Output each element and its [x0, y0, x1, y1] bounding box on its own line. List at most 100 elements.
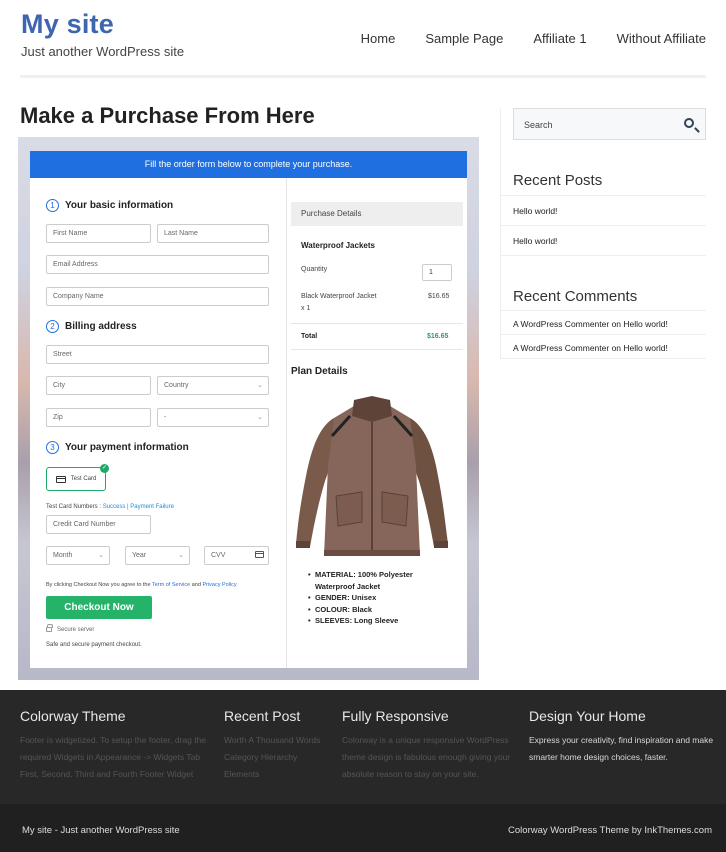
credit-card-icon	[55, 475, 66, 483]
item-price: $16.65	[428, 293, 450, 300]
sidebar-divider	[500, 334, 706, 335]
item-qty: x 1	[301, 305, 311, 312]
month-select[interactable]: Month ⌄	[46, 546, 110, 565]
footer-link[interactable]: Category Hierarchy	[224, 749, 334, 766]
search-icon[interactable]	[684, 118, 694, 128]
chevron-down-icon: ⌄	[98, 552, 104, 559]
agreement-prefix: By clicking Checkout Now you agree to th…	[46, 582, 152, 588]
test-card-option[interactable]: Test Card ✓	[46, 464, 109, 491]
quantity-input[interactable]: 1	[422, 264, 452, 281]
comment-on: on	[609, 319, 624, 329]
payment-failure-link[interactable]: Payment Failure	[130, 504, 174, 510]
nav-home[interactable]: Home	[361, 31, 396, 46]
footer-link[interactable]: Worth A Thousand Words	[224, 732, 334, 749]
footer-heading: Fully Responsive	[342, 708, 449, 724]
test-card-label: Test Card	[70, 476, 97, 482]
state-select[interactable]: - ⌄	[157, 408, 269, 427]
quantity-label: Quantity	[301, 266, 328, 273]
first-name-field[interactable]: First Name	[46, 224, 151, 243]
year-select[interactable]: Year ⌄	[125, 546, 190, 565]
recent-post-link[interactable]: Hello world!	[513, 236, 557, 246]
feature-item: GENDER: Unisex	[308, 592, 438, 604]
test-card-numbers: Test Card Numbers : Success | Payment Fa…	[46, 504, 174, 510]
comment-author-link[interactable]: A WordPress Commenter	[513, 319, 609, 329]
jacket-image	[296, 396, 448, 556]
nav-sample-page[interactable]: Sample Page	[425, 31, 503, 46]
item-name: Black Waterproof Jacket	[301, 293, 377, 300]
details-divider	[291, 349, 463, 350]
footer-bottom-bar: My site - Just another WordPress site Co…	[0, 804, 726, 852]
country-select[interactable]: Country ⌄	[157, 376, 269, 395]
city-field[interactable]: City	[46, 376, 151, 395]
step-number: 1	[46, 199, 59, 212]
footer-text: absolute reason to stay on your site.	[342, 769, 479, 779]
site-header: My site Just another WordPress site Home…	[0, 0, 726, 78]
footer-text: required Widgets in Appearance -> Widget…	[20, 752, 201, 762]
step-label: Billing address	[65, 321, 137, 332]
checkout-now-button[interactable]: Checkout Now	[46, 596, 152, 619]
step-payment-info: 3 Your payment information	[46, 441, 189, 454]
footer-text: Footer is widgetized. To setup the foote…	[20, 735, 207, 745]
nav-affiliate-1[interactable]: Affiliate 1	[533, 31, 586, 46]
footer-link[interactable]: Elements	[224, 766, 334, 783]
chevron-down-icon: ⌄	[178, 552, 184, 559]
state-select-value: -	[164, 414, 167, 421]
footer-heading: Colorway Theme	[20, 708, 126, 724]
footer-heading: Design Your Home	[529, 708, 646, 724]
sidebar-divider	[500, 195, 706, 196]
email-field[interactable]: Email Address	[46, 255, 269, 274]
recent-posts-heading: Recent Posts	[513, 172, 603, 189]
product-title: Waterproof Jackets	[301, 241, 375, 250]
site-title[interactable]: My site	[21, 9, 114, 40]
month-select-value: Month	[53, 552, 73, 559]
purchase-details-heading: Purchase Details	[291, 202, 463, 226]
comment-item: A WordPress Commenter on Hello world!	[513, 319, 668, 329]
search-input[interactable]: Search	[513, 108, 706, 140]
footer-col-responsive: Fully Responsive Colorway is a unique re…	[342, 708, 522, 783]
total-value: $16.65	[427, 333, 449, 340]
step-label: Your payment information	[65, 442, 189, 453]
header-divider	[20, 75, 706, 78]
recent-comments-heading: Recent Comments	[513, 288, 638, 305]
chevron-down-icon: ⌄	[257, 414, 263, 421]
footer-text: smarter home design choices, faster.	[529, 752, 668, 762]
agreement-text: By clicking Checkout Now you agree to th…	[46, 582, 237, 588]
footer-text: Express your creativity, find inspiratio…	[529, 735, 714, 745]
footer-col-design: Design Your Home Express your creativity…	[529, 708, 724, 766]
cvv-placeholder: CVV	[211, 552, 226, 559]
plan-details-heading: Plan Details	[291, 366, 348, 377]
street-field[interactable]: Street	[46, 345, 269, 364]
comment-item: A WordPress Commenter on Hello world!	[513, 343, 668, 353]
cvv-field[interactable]: CVV	[204, 546, 269, 565]
footer-theme-credit[interactable]: Colorway WordPress Theme by InkThemes.co…	[508, 825, 712, 836]
footer-site-credit[interactable]: My site - Just another WordPress site	[22, 825, 180, 836]
success-link[interactable]: Success	[103, 504, 126, 510]
card-number-field[interactable]: Credit Card Number	[46, 515, 151, 534]
details-divider	[291, 323, 463, 324]
step-label: Your basic information	[65, 200, 174, 211]
comment-post-link[interactable]: Hello world!	[623, 343, 667, 353]
credit-card-icon	[255, 551, 264, 558]
footer-widgets: Colorway Theme Footer is widgetized. To …	[0, 690, 726, 804]
privacy-link[interactable]: Privacy Policy	[202, 582, 236, 588]
comment-author-link[interactable]: A WordPress Commenter	[513, 343, 609, 353]
nav-without-affiliate[interactable]: Without Affiliate	[617, 31, 706, 46]
test-card-numbers-label: Test Card Numbers :	[46, 504, 103, 510]
sidebar-divider	[500, 310, 706, 311]
country-select-value: Country	[164, 382, 189, 389]
secure-server-text: Secure server	[57, 627, 95, 633]
chevron-down-icon: ⌄	[257, 382, 263, 389]
footer-heading: Recent Post	[224, 708, 301, 724]
step-number: 2	[46, 320, 59, 333]
checkout-banner: Fill the order form below to complete yo…	[30, 151, 467, 178]
company-field[interactable]: Company Name	[46, 287, 269, 306]
column-divider	[286, 178, 287, 668]
footer-text: Colorway is a unique responsive WordPres…	[342, 735, 509, 745]
feature-item: COLOUR: Black	[308, 604, 438, 616]
recent-post-link[interactable]: Hello world!	[513, 206, 557, 216]
last-name-field[interactable]: Last Name	[157, 224, 269, 243]
terms-link[interactable]: Term of Service	[152, 582, 190, 588]
zip-field[interactable]: Zip	[46, 408, 151, 427]
comment-post-link[interactable]: Hello world!	[623, 319, 667, 329]
year-select-value: Year	[132, 552, 147, 559]
